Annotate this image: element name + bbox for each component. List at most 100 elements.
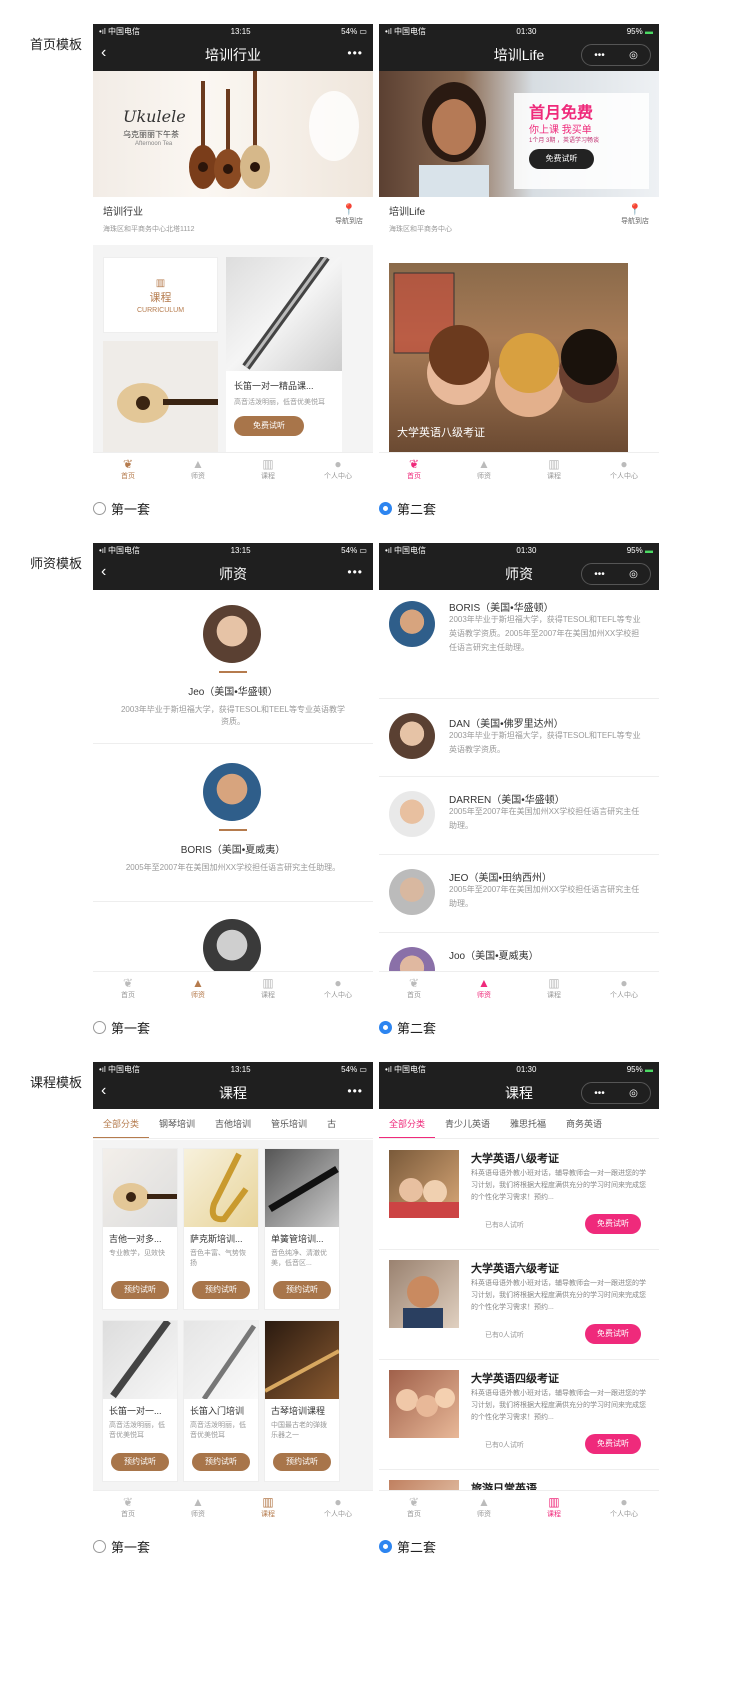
course-row[interactable]: 大学英语四级考证 科英语母语外教小班对话，辅导教师会一对一跟进您的学习计划，我们… (379, 1360, 659, 1470)
capsule-menu[interactable]: ••• ◎ (581, 44, 651, 66)
avatar[interactable] (203, 605, 261, 663)
book-trial-button[interactable]: 预约试听 (192, 1453, 250, 1471)
course-card[interactable]: 萨克斯培训... 音色丰富、气势恢扬 预约试听 (183, 1148, 259, 1310)
close-target-icon[interactable]: ◎ (629, 569, 638, 580)
tab-course[interactable]: ▥ 课程 (233, 1491, 303, 1524)
course-row[interactable]: 大学英语六级考证 科英语母语外教小班对话，辅导教师会一对一跟进您的学习计划，我们… (379, 1250, 659, 1360)
tab-category[interactable]: 钢琴培训 (149, 1109, 205, 1138)
option-teacher-2[interactable]: 第二套 (379, 1018, 436, 1037)
tab-home[interactable]: ❦ 首页 (379, 972, 449, 1005)
course-tile[interactable]: ▥ 课程 CURRICULUM (103, 257, 218, 333)
tab-home[interactable]: ❦ 首页 (379, 1491, 449, 1524)
teacher-card[interactable]: BORIS（美国•夏威夷） 2005年至2007年在美国加州XX学校担任语言研究… (93, 841, 373, 874)
promo-button[interactable]: 免费试听 (529, 149, 594, 169)
teacher-row[interactable]: DAN（美国•佛罗里达州） 2003年毕业于斯坦福大学，获得TESOL和TEFL… (379, 699, 659, 777)
course-template-1: •ıl 中国电信 13:15 54% ▭ ‹ 课程 ••• 全部分类 钢琴培训 吉他… (93, 1062, 373, 1524)
tab-user[interactable]: ● 个人中心 (589, 1491, 659, 1524)
more-icon[interactable]: ••• (347, 1084, 363, 1098)
tab-home[interactable]: ❦ 首页 (93, 972, 163, 1005)
tab-teacher[interactable]: ▲ 师资 (163, 1491, 233, 1524)
tab-category[interactable]: 全部分类 (93, 1109, 150, 1138)
course-desc: 音色纯净、清澈优美，低音区... (271, 1250, 327, 1267)
course-card[interactable]: 古琴培训课程 中国最古老的弹拨乐器之一 预约试听 (264, 1320, 340, 1482)
teacher-card[interactable]: Jeo（美国•华盛顿） 2003年毕业于斯坦福大学，获得TESOL和TEEL等专… (93, 683, 373, 728)
avatar[interactable] (203, 763, 261, 821)
tab-home[interactable]: ❦ 首页 (93, 1491, 163, 1524)
course-row[interactable]: 大学英语八级考证 科英语母语外教小班对话，辅导教师会一对一跟进您的学习计划，我们… (379, 1140, 659, 1250)
close-target-icon[interactable]: ◎ (629, 1088, 638, 1099)
avatar[interactable] (203, 919, 261, 977)
tab-teacher[interactable]: ▲ 师资 (163, 972, 233, 1005)
tab-teacher[interactable]: ▲ 师资 (449, 1491, 519, 1524)
promo-banner[interactable]: 首月免费 你上课 我买单 1个月 3期 ，英语学习畅谈 免费试听 (379, 71, 659, 197)
book-trial-button[interactable]: 预约试听 (111, 1453, 169, 1471)
more-icon[interactable]: ••• (347, 46, 363, 60)
course-card[interactable]: 单簧管培训... 音色纯净、清澈优美，低音区... 预约试听 (264, 1148, 340, 1310)
tab-category[interactable]: 商务英语 (556, 1109, 612, 1138)
book-trial-button[interactable]: 预约试听 (273, 1453, 331, 1471)
teacher-row[interactable]: Joo（美国•夏威夷） (379, 933, 659, 993)
nav-to-store-button[interactable]: 📍 导航到店 (621, 203, 649, 226)
more-icon[interactable]: ••• (594, 1088, 605, 1099)
back-icon[interactable]: ‹ (101, 563, 106, 581)
teacher-row[interactable]: DARREN（美国•华盛顿） 2005年至2007年在美国加州XX学校担任语言研… (379, 777, 659, 855)
option-home-2[interactable]: 第二套 (379, 499, 436, 518)
free-trial-button[interactable]: 免费试听 (234, 416, 304, 436)
tab-category[interactable]: 雅思托福 (500, 1109, 556, 1138)
close-target-icon[interactable]: ◎ (629, 50, 638, 61)
capsule-menu[interactable]: ••• ◎ (581, 563, 651, 585)
more-icon[interactable]: ••• (594, 569, 605, 580)
tab-course[interactable]: ▥ 课程 (519, 972, 589, 1005)
tab-course[interactable]: ▥ 课程 (233, 972, 303, 1005)
book-trial-button[interactable]: 预约试听 (273, 1281, 331, 1299)
tab-teacher[interactable]: ▲ 师资 (449, 972, 519, 1005)
tab-category[interactable]: 吉他培训 (205, 1109, 261, 1138)
tab-user[interactable]: ● 个人中心 (589, 453, 659, 486)
feature-card[interactable]: 长笛一对一精品课... 高音活泼明丽，低音优美悦耳 免费试听 (226, 371, 342, 452)
tab-user[interactable]: ● 个人中心 (589, 972, 659, 1005)
more-icon[interactable]: ••• (347, 565, 363, 579)
nav-to-store-button[interactable]: 📍 导航到店 (335, 203, 363, 226)
nav-bar: ‹ 课程 ••• (93, 1077, 373, 1109)
free-trial-button[interactable]: 免费试听 (585, 1214, 641, 1234)
tab-category[interactable]: 全部分类 (379, 1109, 436, 1138)
teacher-row[interactable]: JEO（美国•田纳西州） 2005年至2007年在美国加州XX学校担任语言研究主… (379, 855, 659, 933)
ukulele-image[interactable] (103, 341, 218, 452)
free-trial-button[interactable]: 免费试听 (585, 1434, 641, 1454)
banner-image[interactable]: Ukulele 乌克丽丽下午茶 Afternoon Tea (93, 71, 373, 197)
option-course-1[interactable]: 第一套 (93, 1537, 150, 1556)
tab-course[interactable]: ▥ 课程 (233, 453, 303, 486)
tab-teacher[interactable]: ▲ 师资 (449, 453, 519, 486)
tab-user[interactable]: ● 个人中心 (303, 453, 373, 486)
book-trial-button[interactable]: 预约试听 (192, 1281, 250, 1299)
tab-course[interactable]: ▥ 课程 (519, 1491, 589, 1524)
tab-user[interactable]: ● 个人中心 (303, 972, 373, 1005)
free-trial-button[interactable]: 免费试听 (585, 1324, 641, 1344)
course-card[interactable]: 长笛入门培训 高音活泼明丽，低音优美悦耳 预约试听 (183, 1320, 259, 1482)
course-card[interactable]: 长笛一对一... 高音活泼明丽，低音优美悦耳 预约试听 (102, 1318, 178, 1482)
tab-category[interactable]: 管乐培训 (261, 1109, 317, 1138)
hero-image[interactable]: 大学英语八级考证 (389, 263, 628, 452)
flute-image[interactable] (226, 257, 342, 371)
book-trial-button[interactable]: 预约试听 (111, 1281, 169, 1299)
tab-category[interactable]: 青少儿英语 (435, 1109, 500, 1138)
teacher-row[interactable]: BORIS（美国•华盛顿） 2003年毕业于斯坦福大学，获得TESOL和TEFL… (379, 593, 659, 699)
course-card[interactable]: 吉他一对多... 专业教学，见效快 预约试听 (102, 1148, 178, 1310)
more-icon[interactable]: ••• (594, 50, 605, 61)
tab-course[interactable]: ▥ 课程 (519, 453, 589, 486)
radio-selected-icon (379, 502, 392, 515)
option-teacher-1[interactable]: 第一套 (93, 1018, 150, 1037)
option-home-1[interactable]: 第一套 (93, 499, 150, 518)
tab-user[interactable]: ● 个人中心 (303, 1491, 373, 1524)
tab-bar: ❦ 首页 ▲ 师资 ▥ 课程 ● 个人中心 (93, 1490, 373, 1524)
book-icon: ▥ (155, 278, 166, 289)
tab-home[interactable]: ❦ 首页 (93, 453, 163, 486)
tab-teacher[interactable]: ▲ 师资 (163, 453, 233, 486)
option-course-2[interactable]: 第二套 (379, 1537, 436, 1556)
tab-home[interactable]: ❦ 首页 (379, 453, 449, 486)
back-icon[interactable]: ‹ (101, 44, 106, 62)
feather-icon: ❦ (122, 1495, 134, 1509)
capsule-menu[interactable]: ••• ◎ (581, 1082, 651, 1104)
tab-category[interactable]: 古 (317, 1109, 346, 1138)
back-icon[interactable]: ‹ (101, 1082, 106, 1100)
